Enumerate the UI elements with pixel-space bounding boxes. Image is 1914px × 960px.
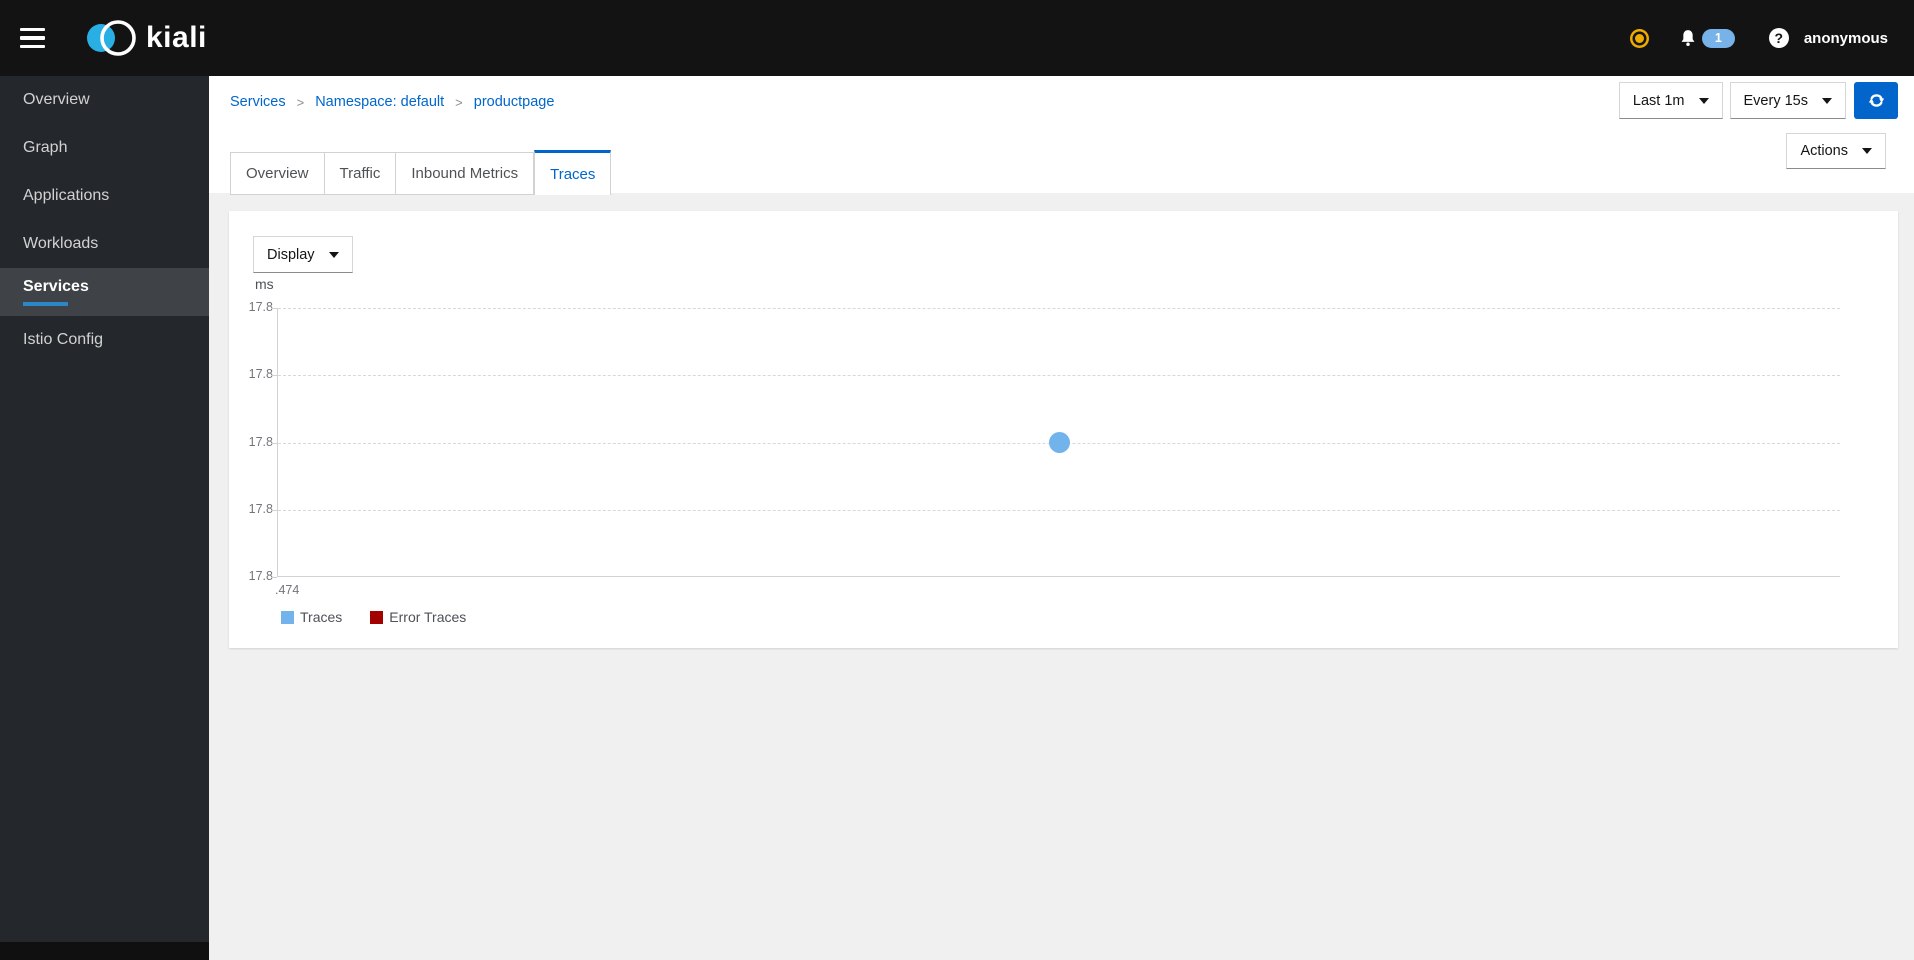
sidebar-item-services[interactable]: Services xyxy=(0,268,209,316)
content-area: Services > Namespace: default > productp… xyxy=(209,76,1914,960)
legend-swatch-icon xyxy=(281,610,294,624)
legend-label: Traces xyxy=(300,609,343,625)
hamburger-menu-icon[interactable] xyxy=(20,18,60,58)
y-axis-unit-label: ms xyxy=(255,276,274,292)
active-nav-underline xyxy=(23,302,68,306)
sidebar-item-overview[interactable]: Overview xyxy=(0,76,209,124)
actions-dropdown-label: Actions xyxy=(1800,143,1848,159)
y-axis-tick-label: 17.8 xyxy=(248,569,273,583)
sidebar-item-istio-config[interactable]: Istio Config xyxy=(0,316,209,364)
caret-down-icon xyxy=(1698,97,1709,104)
notification-count-badge: 1 xyxy=(1701,28,1735,48)
help-icon[interactable]: ? xyxy=(1768,28,1789,48)
gridline xyxy=(278,510,1840,511)
chart-legend: Traces Error Traces xyxy=(281,609,466,625)
breadcrumb-link-namespace[interactable]: Namespace: default xyxy=(315,94,444,110)
sync-icon xyxy=(1868,94,1884,107)
gridline xyxy=(278,308,1840,309)
masthead-right: 1 ? anonymous xyxy=(1634,28,1914,48)
tab-label: Inbound Metrics xyxy=(411,165,519,182)
sidebar-item-applications[interactable]: Applications xyxy=(0,172,209,220)
caret-down-icon xyxy=(328,251,339,258)
refresh-interval-dropdown[interactable]: Every 15s xyxy=(1729,82,1846,119)
tab-traces[interactable]: Traces xyxy=(534,150,612,195)
y-axis-tick-mark xyxy=(271,510,277,511)
caret-down-icon xyxy=(1822,97,1832,104)
breadcrumb-link-services[interactable]: Services xyxy=(230,94,286,110)
sidebar-item-label: Istio Config xyxy=(23,331,104,348)
tab-label: Overview xyxy=(246,165,309,182)
trace-data-point[interactable] xyxy=(1049,432,1070,453)
refresh-interval-label: Every 15s xyxy=(1743,92,1808,109)
tab-label: Traces xyxy=(550,165,596,183)
y-axis-tick-mark xyxy=(271,443,277,444)
duration-dropdown-label: Last 1m xyxy=(1632,92,1685,109)
y-axis-tick-label: 17.8 xyxy=(248,502,273,516)
sidebar-footer xyxy=(0,942,209,960)
sidebar-item-label: Applications xyxy=(23,187,110,204)
sidebar-item-workloads[interactable]: Workloads xyxy=(0,220,209,268)
legend-swatch-icon xyxy=(370,610,384,624)
display-dropdown[interactable]: Display xyxy=(253,236,353,273)
system-status-icon[interactable] xyxy=(1634,33,1644,43)
notifications-button[interactable]: 1 xyxy=(1678,28,1735,48)
y-axis-tick-mark xyxy=(271,577,277,578)
traces-chart-card: Display ms .474 Traces Error Traces 17.8 1… xyxy=(229,211,1898,648)
chevron-right-icon: > xyxy=(296,94,305,110)
gridline xyxy=(278,375,1840,376)
breadcrumb: Services > Namespace: default > productp… xyxy=(230,94,554,110)
tab-inbound-metrics[interactable]: Inbound Metrics xyxy=(396,152,535,195)
duration-dropdown[interactable]: Last 1m xyxy=(1618,82,1723,119)
tab-bar: Overview Traffic Inbound Metrics Traces xyxy=(230,150,612,195)
y-axis-tick-label: 17.8 xyxy=(248,300,273,314)
kiali-logo-icon xyxy=(87,20,136,56)
chevron-right-icon: > xyxy=(455,94,463,110)
sidebar-item-label: Services xyxy=(23,278,89,295)
y-axis-tick-mark xyxy=(271,308,277,309)
sidebar-item-label: Graph xyxy=(23,139,68,156)
sidebar-item-label: Overview xyxy=(23,91,90,108)
legend-label: Error Traces xyxy=(389,609,467,625)
user-menu[interactable]: anonymous xyxy=(1804,30,1888,47)
legend-item[interactable]: Error Traces xyxy=(370,609,466,625)
actions-dropdown[interactable]: Actions xyxy=(1786,133,1886,169)
y-axis-tick-label: 17.8 xyxy=(248,367,273,381)
caret-down-icon xyxy=(1862,148,1872,154)
y-axis-tick-label: 17.8 xyxy=(248,435,273,449)
brand-name: kiali xyxy=(146,21,207,54)
plot-area xyxy=(277,308,1840,577)
tab-label: Traffic xyxy=(339,165,381,182)
display-dropdown-label: Display xyxy=(267,246,315,263)
sidebar-item-label: Workloads xyxy=(23,235,99,252)
sidebar-nav: Overview Graph Applications Workloads Se… xyxy=(0,76,209,942)
y-axis-tick-mark xyxy=(271,375,277,376)
refresh-button[interactable] xyxy=(1854,82,1898,119)
time-toolbar: Last 1m Every 15s xyxy=(1612,82,1898,119)
tab-traffic[interactable]: Traffic xyxy=(324,152,397,195)
x-axis-tick-label: .474 xyxy=(275,583,300,597)
legend-item[interactable]: Traces xyxy=(281,609,342,625)
bell-icon xyxy=(1681,30,1695,46)
tab-overview[interactable]: Overview xyxy=(230,152,325,195)
kiali-logo[interactable]: kiali xyxy=(86,15,207,61)
sidebar-item-graph[interactable]: Graph xyxy=(0,124,209,172)
masthead: kiali 1 ? anonymous xyxy=(0,0,1914,76)
breadcrumb-link-productpage[interactable]: productpage xyxy=(474,94,555,110)
